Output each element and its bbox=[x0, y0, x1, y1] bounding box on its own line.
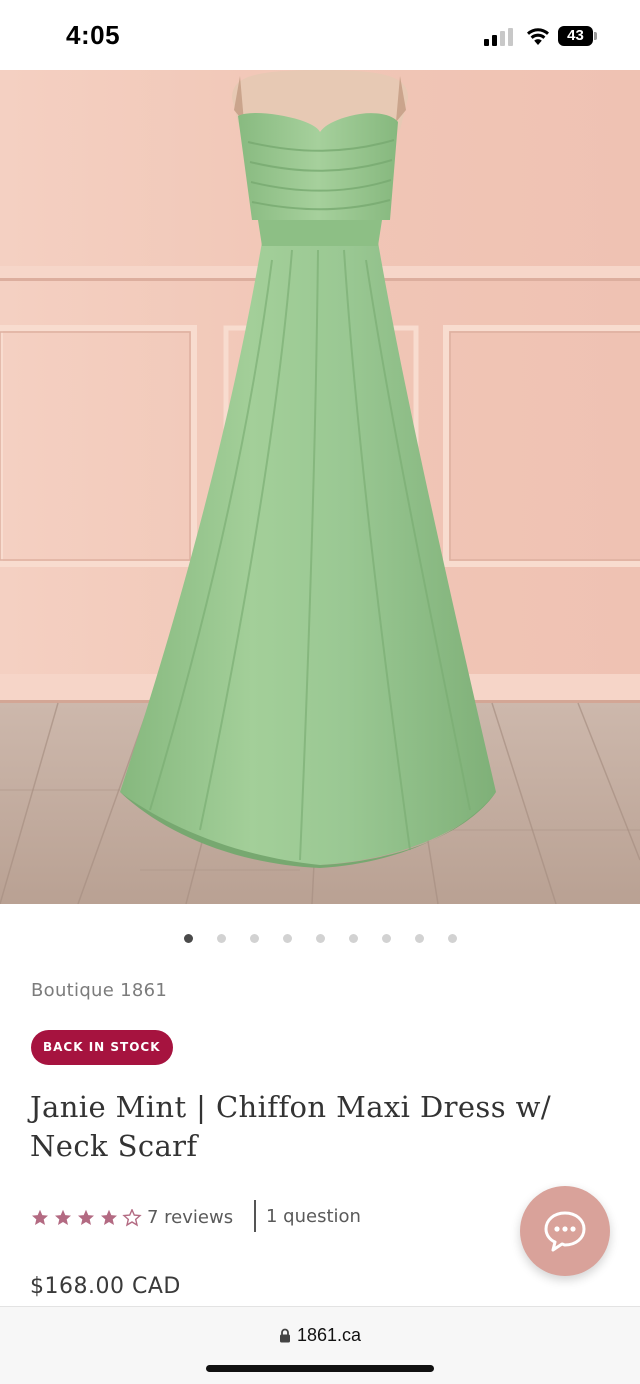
url-display[interactable]: 1861.ca bbox=[0, 1325, 640, 1346]
home-indicator[interactable] bbox=[206, 1365, 434, 1372]
battery-level: 43 bbox=[567, 27, 584, 44]
carousel-dot[interactable] bbox=[250, 934, 259, 943]
carousel-dot[interactable] bbox=[382, 934, 391, 943]
stock-badge: BACK IN STOCK bbox=[31, 1030, 173, 1065]
product-price: $168.00 CAD bbox=[30, 1274, 181, 1299]
product-title: Janie Mint | Chiffon Maxi Dress w/ Neck … bbox=[30, 1090, 552, 1163]
carousel-dots[interactable] bbox=[0, 932, 640, 946]
star-half-icon bbox=[123, 1209, 141, 1226]
reviews-link[interactable]: 7 reviews bbox=[147, 1207, 233, 1228]
carousel-dot[interactable] bbox=[448, 934, 457, 943]
brand-link[interactable]: Boutique 1861 bbox=[31, 980, 167, 1001]
lock-icon bbox=[279, 1328, 290, 1343]
browser-url-bar[interactable]: 1861.ca bbox=[0, 1306, 640, 1384]
star-icon bbox=[78, 1209, 94, 1225]
chat-bubble-icon bbox=[544, 1211, 586, 1252]
carousel-dot[interactable] bbox=[283, 934, 292, 943]
star-icon bbox=[32, 1209, 48, 1225]
battery-icon: 43 bbox=[558, 26, 598, 46]
url-text: 1861.ca bbox=[296, 1325, 362, 1345]
carousel-dot[interactable] bbox=[415, 934, 424, 943]
questions-link[interactable]: 1 question bbox=[266, 1206, 361, 1227]
status-bar: 4:05 43 bbox=[0, 0, 640, 70]
chat-button[interactable] bbox=[520, 1186, 610, 1276]
wifi-icon bbox=[526, 26, 550, 46]
carousel-dot[interactable] bbox=[316, 934, 325, 943]
carousel-dot[interactable] bbox=[217, 934, 226, 943]
carousel-dot[interactable] bbox=[184, 934, 193, 943]
product-image[interactable] bbox=[0, 70, 640, 904]
rating-stars bbox=[32, 1209, 141, 1226]
star-icon bbox=[101, 1209, 117, 1225]
star-icon bbox=[55, 1209, 71, 1225]
divider bbox=[254, 1200, 256, 1232]
status-time: 4:05 bbox=[66, 20, 121, 50]
carousel-dot[interactable] bbox=[349, 934, 358, 943]
cellular-signal-icon bbox=[484, 28, 516, 46]
